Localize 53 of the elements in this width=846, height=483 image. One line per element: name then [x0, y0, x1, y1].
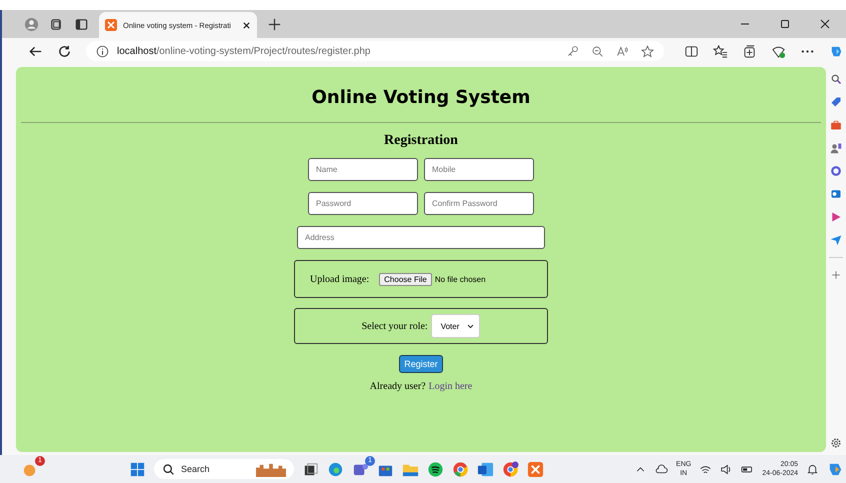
add-icon[interactable]	[830, 269, 842, 281]
role-label: Select your role:	[362, 320, 428, 332]
site-title: Online Voting System	[312, 87, 530, 108]
chrome-icon[interactable]	[452, 460, 470, 478]
taskbar-search[interactable]: Search	[154, 459, 294, 479]
file-status: No file chosen	[434, 274, 486, 284]
favorites-icon[interactable]	[713, 44, 728, 58]
read-aloud-icon[interactable]	[616, 44, 629, 58]
zoom-out-icon[interactable]	[591, 44, 604, 58]
new-tab-icon[interactable]	[267, 16, 282, 32]
send-icon[interactable]	[830, 234, 842, 246]
address-field[interactable]: Address	[297, 226, 545, 249]
start-icon[interactable]	[129, 460, 146, 478]
address-bar[interactable]: localhost/online-voting-system/Project/routes/register.php	[86, 41, 664, 61]
spotify-icon[interactable]	[427, 460, 444, 478]
password-field[interactable]: Confirm Password	[424, 192, 534, 215]
collections-icon[interactable]	[742, 44, 757, 58]
people-icon[interactable]	[830, 142, 842, 154]
settings-icon[interactable]	[830, 437, 842, 449]
upload-label: Upload image:	[310, 274, 370, 284]
maximize-icon[interactable]	[780, 19, 790, 29]
info-icon	[96, 44, 109, 58]
profile-icon[interactable]	[24, 16, 39, 32]
key-icon[interactable]	[566, 44, 579, 58]
ring-icon[interactable]	[830, 165, 842, 177]
password-field[interactable]: Password	[308, 192, 418, 215]
login-link[interactable]: Login here	[428, 381, 472, 392]
chrome-icon[interactable]	[502, 460, 520, 478]
bell-icon[interactable]	[806, 462, 820, 476]
register-button[interactable]: Register	[399, 355, 443, 373]
choose-file-button[interactable]: Choose File	[379, 272, 432, 286]
tab-actions-icon[interactable]	[74, 16, 89, 32]
text-field[interactable]: Name	[308, 158, 418, 181]
text-field[interactable]: Mobile	[424, 158, 534, 181]
split-screen-icon[interactable]	[684, 44, 699, 58]
role-dropdown[interactable]: Voter	[430, 314, 480, 338]
tag-icon[interactable]	[830, 96, 842, 108]
workspaces-icon[interactable]	[49, 16, 64, 32]
star-icon[interactable]	[641, 44, 654, 58]
building-icon	[254, 462, 288, 476]
toolbox-icon[interactable]	[830, 119, 842, 131]
play-icon[interactable]	[830, 211, 842, 223]
site-icon	[105, 19, 117, 31]
refresh-icon[interactable]	[57, 44, 72, 58]
chevron-down-icon	[467, 324, 474, 328]
cloud-icon[interactable]	[655, 462, 668, 476]
close-icon[interactable]	[242, 20, 251, 30]
login-prompt: Already user?	[370, 381, 426, 392]
close-icon[interactable]	[820, 19, 830, 29]
task-view-icon[interactable]	[302, 460, 320, 478]
search-icon[interactable]	[830, 73, 842, 85]
form-title: Registration	[384, 133, 458, 149]
search-icon	[162, 462, 176, 476]
